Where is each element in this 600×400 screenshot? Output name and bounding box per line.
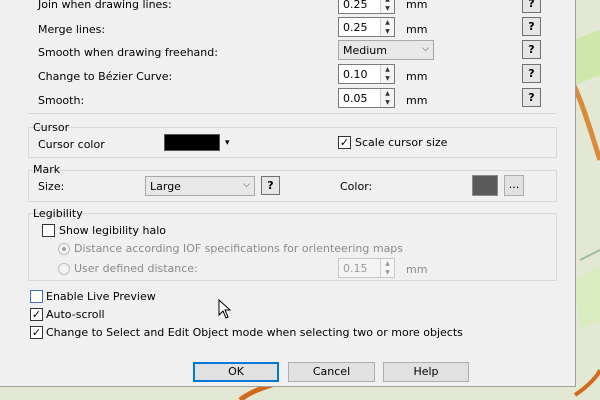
user-distance-unit: mm	[406, 263, 428, 276]
merge-lines-help-button[interactable]: ?	[522, 17, 541, 36]
mark-group-title: Mark	[33, 163, 61, 176]
cursor-color-dropdown-icon[interactable]: ▾	[225, 136, 230, 150]
live-preview-label: Enable Live Preview	[46, 290, 156, 303]
cursor-color-swatch[interactable]	[164, 134, 220, 151]
smooth-freehand-label: Smooth when drawing freehand:	[38, 46, 218, 59]
auto-scroll-checkbox[interactable]: ✓	[30, 308, 43, 321]
merge-lines-label: Merge lines:	[38, 23, 106, 36]
cursor-color-label: Cursor color	[38, 138, 105, 151]
spin-down-icon[interactable]: ▼	[381, 98, 394, 107]
mark-size-select[interactable]: Large ⌵	[145, 176, 255, 196]
join-lines-value: 0.25	[343, 0, 368, 11]
cursor-group-title: Cursor	[33, 121, 70, 134]
chevron-down-icon: ⌵	[243, 180, 250, 190]
spin-up-icon[interactable]: ▲	[381, 65, 394, 74]
cursor-group	[28, 127, 557, 158]
mark-color-more-button[interactable]: ...	[504, 175, 524, 196]
user-distance-label: User defined distance:	[74, 262, 198, 275]
spin-down-icon[interactable]: ▼	[381, 27, 394, 36]
iof-distance-label: Distance according IOF specifications fo…	[74, 242, 404, 255]
user-distance-value: 0.15	[343, 262, 368, 275]
scale-cursor-checkbox[interactable]: ✓	[338, 136, 351, 149]
iof-distance-radio[interactable]	[58, 243, 70, 255]
mark-size-help-button[interactable]: ?	[261, 176, 280, 195]
bezier-spinbox[interactable]: 0.10 ▲ ▼	[338, 64, 395, 84]
smooth-unit: mm	[406, 94, 428, 107]
mark-size-value: Large	[150, 180, 181, 193]
smooth-freehand-help-button[interactable]: ?	[522, 40, 541, 59]
divider	[28, 113, 556, 114]
spin-up-icon[interactable]: ▲	[381, 18, 394, 27]
mouse-pointer-icon	[218, 299, 232, 319]
merge-lines-value: 0.25	[343, 21, 368, 34]
spin-up-icon[interactable]: ▲	[381, 89, 394, 98]
smooth-help-button[interactable]: ?	[522, 88, 541, 107]
legibility-group-title: Legibility	[33, 207, 83, 220]
spin-arrows[interactable]: ▲▼	[380, 65, 394, 83]
ok-button[interactable]: OK	[193, 362, 279, 382]
bezier-value: 0.10	[343, 68, 368, 81]
merge-lines-spinbox[interactable]: 0.25 ▲ ▼	[338, 17, 395, 37]
radio-dot	[62, 247, 66, 251]
join-lines-help-button[interactable]: ?	[522, 0, 541, 13]
spin-down-icon[interactable]: ▼	[381, 4, 394, 13]
join-lines-unit: mm	[406, 0, 428, 11]
cancel-button[interactable]: Cancel	[288, 362, 375, 382]
legibility-halo-checkbox[interactable]	[42, 224, 55, 237]
user-distance-spinbox[interactable]: 0.15 ▲ ▼	[338, 258, 395, 278]
smooth-freehand-select[interactable]: Medium ⌵	[338, 40, 434, 60]
select-mode-checkbox[interactable]: ✓	[30, 326, 43, 339]
spin-arrows[interactable]: ▲▼	[380, 0, 394, 13]
user-distance-radio[interactable]	[58, 263, 70, 275]
spin-down-icon[interactable]: ▼	[381, 74, 394, 83]
live-preview-checkbox[interactable]	[30, 290, 43, 303]
chevron-down-icon: ⌵	[422, 44, 429, 54]
bezier-unit: mm	[406, 70, 428, 83]
smooth-value: 0.05	[343, 92, 368, 105]
join-lines-label: Join when drawing lines:	[38, 0, 172, 11]
preferences-dialog: Join when drawing lines: 0.25 ▲▼ mm ? Me…	[0, 0, 576, 387]
mark-size-label: Size:	[38, 180, 65, 193]
bezier-label: Change to Bézier Curve:	[38, 70, 173, 83]
legibility-halo-label: Show legibility halo	[59, 224, 167, 237]
smooth-label: Smooth:	[38, 94, 85, 107]
mark-color-swatch[interactable]	[472, 175, 498, 196]
spin-arrows[interactable]: ▲▼	[380, 259, 394, 277]
auto-scroll-label: Auto-scroll	[46, 308, 105, 321]
spin-arrows[interactable]: ▲▼	[380, 18, 394, 36]
spin-arrows[interactable]: ▲▼	[380, 89, 394, 107]
select-mode-label: Change to Select and Edit Object mode wh…	[46, 326, 463, 339]
mark-color-label: Color:	[340, 180, 373, 193]
smooth-freehand-value: Medium	[343, 44, 387, 57]
smooth-spinbox[interactable]: 0.05 ▲ ▼	[338, 88, 395, 108]
bezier-help-button[interactable]: ?	[522, 64, 541, 83]
merge-lines-unit: mm	[406, 23, 428, 36]
join-lines-spinbox[interactable]: 0.25 ▲▼	[338, 0, 395, 14]
scale-cursor-label: Scale cursor size	[355, 136, 448, 149]
help-button[interactable]: Help	[383, 362, 469, 382]
spin-down-icon[interactable]: ▼	[381, 268, 394, 277]
spin-up-icon[interactable]: ▲	[381, 259, 394, 268]
